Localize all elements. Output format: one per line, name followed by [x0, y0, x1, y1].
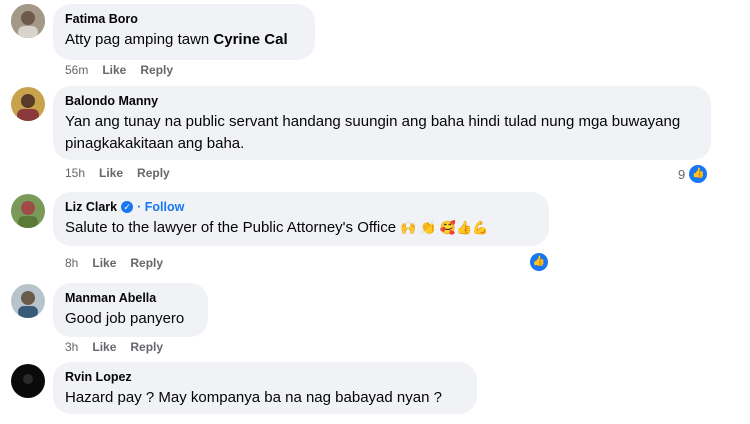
avatar[interactable]: [11, 284, 45, 318]
comment-bubble: Liz Clark ✓ · Follow Salute to the lawye…: [53, 192, 549, 246]
avatar-image: [11, 364, 45, 398]
comment-text: Salute to the lawyer of the Public Attor…: [65, 217, 537, 239]
like-button[interactable]: Like: [99, 166, 123, 180]
comment-bubble: Balondo Manny Yan ang tunay na public se…: [53, 86, 711, 160]
thumbs-up-icon: 👍: [528, 251, 550, 273]
comment-bubble: Rvin Lopez Hazard pay ? May kompanya ba …: [53, 362, 477, 414]
avatar-image: [11, 4, 45, 38]
reply-button[interactable]: Reply: [130, 340, 163, 354]
commenter-name[interactable]: Balondo Manny: [65, 93, 699, 109]
commenter-name[interactable]: Manman Abella: [65, 290, 196, 306]
like-button[interactable]: Like: [102, 63, 126, 77]
comment-text: Yan ang tunay na public servant handang …: [65, 113, 681, 152]
reply-button[interactable]: Reply: [137, 166, 170, 180]
avatar[interactable]: [11, 364, 45, 398]
avatar[interactable]: [11, 4, 45, 38]
comment-text: Atty pag amping tawn Cyrine Cal: [65, 29, 303, 51]
comment-time[interactable]: 56m: [65, 63, 88, 77]
commenter-name[interactable]: Rvin Lopez: [65, 369, 465, 385]
comment-emojis: 🙌 👏 🥰👍💪: [400, 220, 489, 235]
avatar[interactable]: [11, 87, 45, 121]
comment-text: Hazard pay ? May kompanya ba na nag baba…: [65, 389, 442, 406]
comment-time[interactable]: 3h: [65, 340, 78, 354]
reaction-count: 9: [678, 166, 686, 182]
comment-meta: 8h Like Reply: [65, 256, 163, 270]
comment-text: Good job panyero: [65, 310, 185, 327]
commenter-name[interactable]: Fatima Boro: [65, 11, 303, 27]
comment-meta: 3h Like Reply: [65, 340, 163, 354]
follow-button[interactable]: · Follow: [137, 199, 184, 215]
reaction-summary[interactable]: 9 👍: [678, 163, 710, 185]
reaction-summary[interactable]: 👍: [528, 251, 550, 273]
like-button[interactable]: Like: [92, 340, 116, 354]
commenter-name[interactable]: Liz Clark: [65, 199, 117, 215]
mention-link[interactable]: Cyrine Cal: [213, 31, 287, 48]
comment-meta: 15h Like Reply: [65, 166, 170, 180]
avatar[interactable]: [11, 194, 45, 228]
comment-bubble: Manman Abella Good job panyero: [53, 283, 208, 337]
avatar-image: [11, 284, 45, 318]
avatar-image: [11, 87, 45, 121]
comment-meta: 56m Like Reply: [65, 63, 173, 77]
verified-badge-icon: ✓: [121, 201, 134, 213]
reply-button[interactable]: Reply: [130, 256, 163, 270]
comment-text-body: Atty pag amping tawn: [65, 31, 214, 48]
comment-time[interactable]: 8h: [65, 256, 78, 270]
avatar-image: [11, 194, 45, 228]
comment-bubble: Fatima Boro Atty pag amping tawn Cyrine …: [53, 4, 315, 60]
commenter-name-row: Liz Clark ✓ · Follow: [65, 199, 537, 215]
comment-time[interactable]: 15h: [65, 166, 85, 180]
like-button[interactable]: Like: [92, 256, 116, 270]
thumbs-up-icon: 👍: [687, 163, 710, 185]
comment-text-body: Salute to the lawyer of the Public Attor…: [65, 219, 397, 236]
reply-button[interactable]: Reply: [140, 63, 173, 77]
